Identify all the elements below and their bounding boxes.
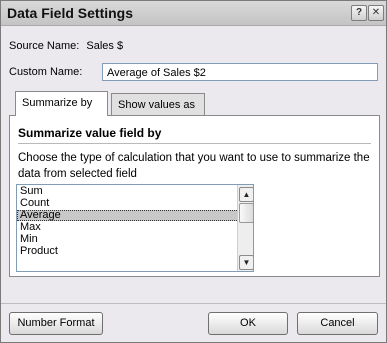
custom-name-field[interactable]: Average of Sales $2	[102, 63, 378, 81]
scroll-thumb[interactable]	[239, 203, 253, 223]
summarize-tab-panel: Summarize value field by Choose the type…	[9, 115, 380, 277]
tab-show-values-as[interactable]: Show values as	[111, 93, 205, 115]
data-field-settings-dialog: Data Field Settings ? ✕ Source Name: Sal…	[0, 0, 387, 343]
section-description: Choose the type of calculation that you …	[18, 152, 370, 180]
title-bar[interactable]: Data Field Settings ? ✕	[1, 1, 386, 26]
scroll-up-icon[interactable]: ▲	[239, 187, 253, 202]
calculation-listbox[interactable]: Sum Count Average Max Min Product ▲ ▼	[16, 184, 254, 272]
list-item-count[interactable]: Count	[17, 198, 253, 209]
custom-name-label: Custom Name:	[9, 66, 82, 78]
section-divider	[18, 143, 371, 144]
source-name-label-text: Source Name:	[9, 40, 80, 52]
source-name-value: Sales $	[86, 40, 124, 52]
source-name-label: Source Name: Sales $	[9, 40, 123, 52]
list-item-max[interactable]: Max	[17, 222, 253, 233]
section-heading: Summarize value field by	[18, 126, 162, 140]
close-icon[interactable]: ✕	[368, 5, 384, 21]
ok-button[interactable]: OK	[208, 312, 288, 335]
scroll-down-icon[interactable]: ▼	[239, 255, 253, 270]
help-icon[interactable]: ?	[351, 5, 367, 21]
list-item-min[interactable]: Min	[17, 234, 253, 245]
list-item-average[interactable]: Average	[17, 210, 253, 221]
number-format-button[interactable]: Number Format	[9, 312, 103, 335]
list-item-product[interactable]: Product	[17, 246, 253, 257]
custom-name-label-text: Custom Name:	[9, 66, 83, 78]
dialog-title: Data Field Settings	[7, 5, 134, 21]
list-item-sum[interactable]: Sum	[17, 186, 253, 197]
button-separator	[1, 303, 386, 304]
tab-summarize-by[interactable]: Summarize by	[15, 91, 108, 116]
listbox-scrollbar[interactable]: ▲ ▼	[237, 185, 253, 271]
cancel-button[interactable]: Cancel	[297, 312, 378, 335]
